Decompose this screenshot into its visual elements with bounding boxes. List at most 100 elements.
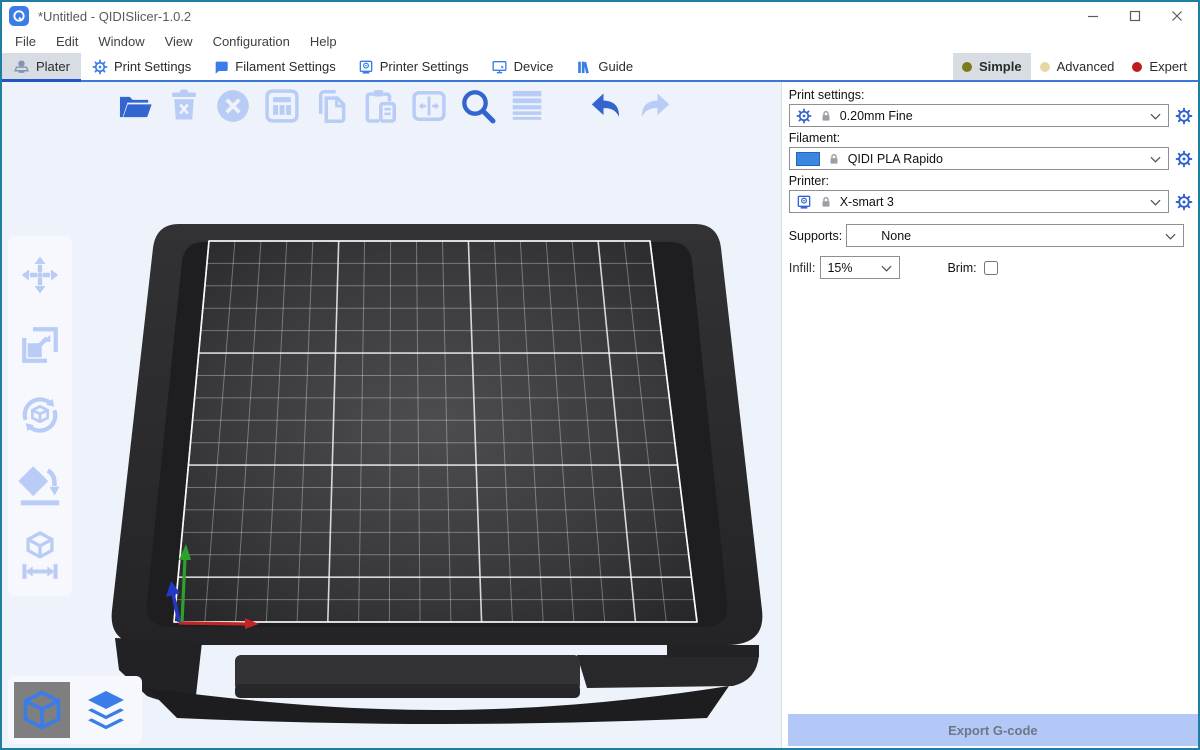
tab-label: Device (514, 59, 554, 74)
arrange-icon[interactable] (261, 85, 303, 127)
move-tool-icon[interactable] (17, 248, 63, 302)
lock-icon (827, 152, 841, 166)
tab-label: Printer Settings (380, 59, 469, 74)
view-switch-panel (8, 676, 142, 744)
place-on-face-tool-icon[interactable] (17, 458, 63, 512)
paste-icon[interactable] (359, 85, 401, 127)
printer-combo[interactable]: X-smart 3 (789, 190, 1169, 213)
tab-plater[interactable]: Plater (2, 53, 81, 82)
copy-icon[interactable] (310, 85, 352, 127)
menu-help[interactable]: Help (300, 34, 347, 49)
printer-icon (358, 59, 374, 75)
edit-print-settings-button[interactable] (1174, 106, 1194, 126)
print-settings-combo[interactable]: 0.20mm Fine (789, 104, 1169, 127)
mode-label: Advanced (1057, 59, 1115, 74)
tab-label: Print Settings (114, 59, 191, 74)
chevron-down-icon (1150, 113, 1161, 120)
infill-combo[interactable]: 15% (820, 256, 900, 279)
edit-printer-button[interactable] (1174, 192, 1194, 212)
brim-label: Brim: (947, 261, 976, 275)
layer-height-icon[interactable] (506, 85, 548, 127)
menu-bar: File Edit Window View Configuration Help (2, 30, 1198, 53)
layers-view-icon[interactable] (78, 682, 134, 738)
chevron-down-icon (881, 265, 892, 272)
rotate-tool-icon[interactable] (17, 388, 63, 442)
measure-tool-icon[interactable] (17, 528, 63, 582)
menu-window[interactable]: Window (88, 34, 154, 49)
title-bar: *Untitled - QIDISlicer-1.0.2 (2, 2, 1198, 30)
tab-device[interactable]: Device (480, 53, 565, 80)
mode-label: Simple (979, 59, 1022, 74)
export-gcode-button[interactable]: Export G-code (788, 714, 1198, 746)
device-icon (491, 59, 508, 75)
tab-bar: Plater Print Settings Filament Settings … (2, 53, 1198, 82)
open-folder-icon[interactable] (114, 85, 156, 127)
brim-checkbox[interactable] (984, 261, 998, 275)
supports-value: None (881, 229, 911, 243)
guide-icon (575, 59, 592, 75)
split-icon[interactable] (408, 85, 450, 127)
filament-value: QIDI PLA Rapido (848, 152, 943, 166)
tab-label: Plater (36, 59, 70, 74)
print-settings-label: Print settings: (789, 88, 1198, 102)
scale-tool-icon[interactable] (17, 318, 63, 372)
infill-label: Infill: (789, 260, 816, 275)
gear-icon (92, 59, 108, 75)
delete-icon[interactable] (163, 85, 205, 127)
export-gcode-label: Export G-code (948, 723, 1038, 738)
edit-filament-button[interactable] (1174, 149, 1194, 169)
chevron-down-icon (1150, 156, 1161, 163)
gizmo-toolbar (8, 236, 72, 596)
app-logo-icon (9, 6, 29, 26)
lock-icon (819, 195, 833, 209)
filament-color-swatch (796, 152, 820, 166)
mode-label: Expert (1149, 59, 1187, 74)
printer-value: X-smart 3 (840, 195, 894, 209)
close-button[interactable] (1156, 2, 1198, 30)
printer-label: Printer: (789, 174, 1198, 188)
supports-combo[interactable]: None (846, 224, 1184, 247)
printer-icon (796, 194, 812, 210)
print-settings-value: 0.20mm Fine (840, 109, 913, 123)
expert-mode-dot-icon (1132, 62, 1142, 72)
advanced-mode-dot-icon (1040, 62, 1050, 72)
mode-expert[interactable]: Expert (1123, 53, 1196, 80)
minimize-button[interactable] (1072, 2, 1114, 30)
tab-filament-settings[interactable]: Filament Settings (202, 53, 346, 80)
lock-icon (819, 109, 833, 123)
simple-mode-dot-icon (962, 62, 972, 72)
print-bed (107, 218, 767, 728)
filament-label: Filament: (789, 131, 1198, 145)
3d-viewport[interactable] (2, 82, 781, 748)
chevron-down-icon (1150, 199, 1161, 206)
tab-guide[interactable]: Guide (564, 53, 644, 80)
tab-label: Filament Settings (235, 59, 335, 74)
infill-value: 15% (827, 261, 852, 275)
tab-print-settings[interactable]: Print Settings (81, 53, 202, 80)
menu-configuration[interactable]: Configuration (203, 34, 300, 49)
plater-toolbar (114, 85, 676, 127)
menu-file[interactable]: File (5, 34, 46, 49)
supports-label: Supports: (789, 229, 843, 243)
mode-switcher: Simple Advanced Expert (953, 53, 1196, 80)
menu-edit[interactable]: Edit (46, 34, 88, 49)
app-window: *Untitled - QIDISlicer-1.0.2 File Edit W… (0, 0, 1200, 750)
redo-icon[interactable] (634, 85, 676, 127)
mode-simple[interactable]: Simple (953, 53, 1031, 80)
tab-printer-settings[interactable]: Printer Settings (347, 53, 480, 80)
filament-combo[interactable]: QIDI PLA Rapido (789, 147, 1169, 170)
delete-all-icon[interactable] (212, 85, 254, 127)
settings-panel: Print settings: 0.20mm Fine Filament: QI… (781, 82, 1198, 748)
window-title: *Untitled - QIDISlicer-1.0.2 (38, 9, 191, 24)
gear-icon (796, 108, 812, 124)
3d-view-icon[interactable] (14, 682, 70, 738)
mode-advanced[interactable]: Advanced (1031, 53, 1124, 80)
search-icon[interactable] (457, 85, 499, 127)
tab-label: Guide (598, 59, 633, 74)
chevron-down-icon (1165, 233, 1176, 240)
undo-icon[interactable] (585, 85, 627, 127)
filament-icon (213, 59, 229, 75)
plater-icon (13, 58, 30, 75)
maximize-button[interactable] (1114, 2, 1156, 30)
menu-view[interactable]: View (155, 34, 203, 49)
